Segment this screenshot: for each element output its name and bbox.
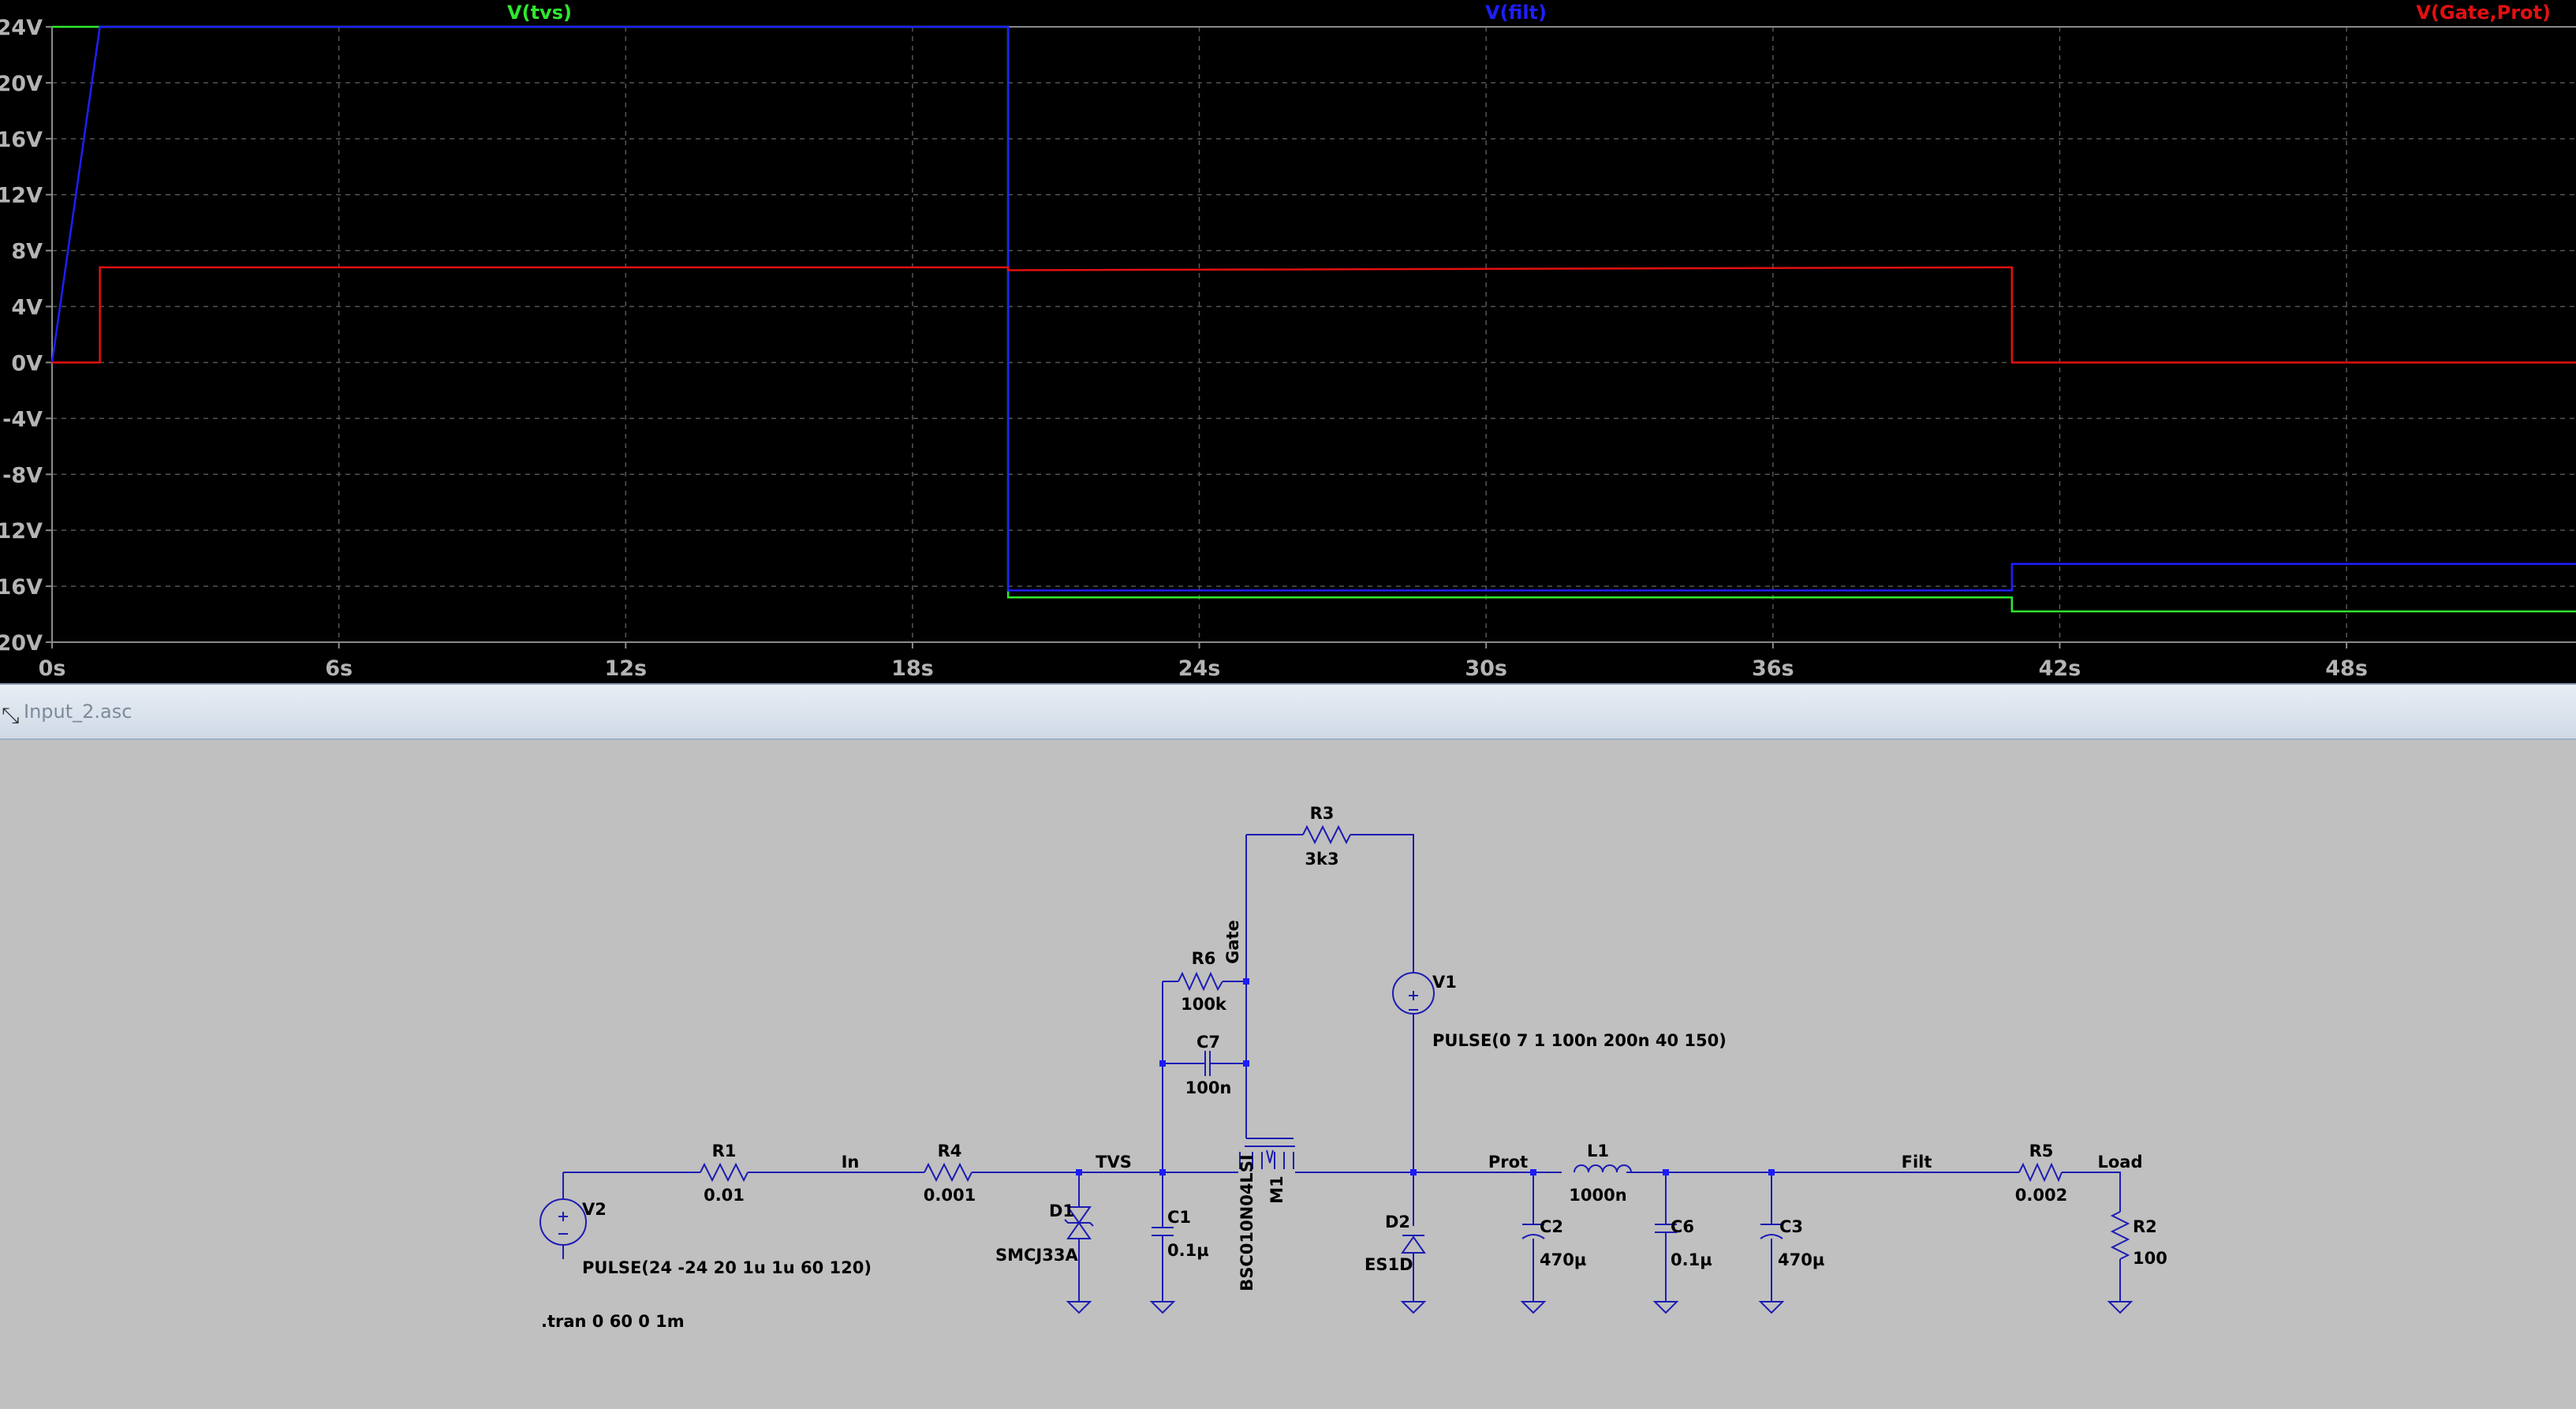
y-tick-label: -4V [2, 407, 43, 432]
schematic-canvas[interactable]: R1 0.01 In R4 0.001 TVS R6 100k C7 100n … [0, 740, 2576, 1409]
y-tick-label: 20V [0, 72, 43, 96]
resistor-r5-symbol [2018, 1162, 2063, 1183]
net-in[interactable]: In [842, 1153, 860, 1172]
capacitor-c1-symbol [1152, 1227, 1174, 1236]
resistor-r2-symbol [2110, 1211, 2130, 1260]
y-tick-label: -8V [2, 463, 43, 488]
c7-value[interactable]: 100n [1185, 1078, 1232, 1097]
y-tick-label: 16V [0, 128, 43, 152]
l1-value[interactable]: 1000n [1569, 1186, 1626, 1205]
x-tick-label: 12s [604, 656, 647, 681]
v1-value[interactable]: PULSE(0 7 1 100n 200n 40 150) [1432, 1031, 1727, 1050]
inductor-l1-symbol [1574, 1164, 1632, 1173]
c2-ref[interactable]: C2 [1540, 1217, 1563, 1236]
c1-value[interactable]: 0.1µ [1167, 1241, 1209, 1260]
tran-directive[interactable]: .tran 0 60 0 1m [541, 1312, 685, 1331]
series-line-v-filt [50, 25, 2576, 592]
resistor-r3-symbol [1302, 824, 1351, 845]
r6-value[interactable]: 100k [1181, 995, 1227, 1014]
schematic-drawing[interactable]: R1 0.01 In R4 0.001 TVS R6 100k C7 100n … [0, 740, 2576, 1409]
waveform-viewer[interactable]: 24V 20V 16V 12V 8V 4V 0V -4V -8V -12V -16V -20V0s 6s… [0, 0, 2576, 683]
v2-ref[interactable]: V2 [582, 1200, 607, 1219]
capacitor-c7-symbol [1204, 1051, 1211, 1076]
plot-frame [51, 26, 2576, 643]
r2-value[interactable]: 100 [2133, 1249, 2167, 1268]
resistor-r1-symbol [700, 1162, 749, 1183]
m1-value[interactable]: BSC010N04LSI [1238, 1154, 1256, 1291]
y-tick-label: -16V [0, 575, 43, 600]
series-line-v-tvs [52, 25, 2576, 613]
r5-ref[interactable]: R5 [2029, 1142, 2054, 1160]
schematic-window-title: Input_2.asc [24, 701, 133, 723]
y-tick-label: 4V [11, 296, 43, 320]
y-tick-label: 0V [11, 351, 43, 376]
schematic-wires [562, 834, 2121, 1302]
resistor-r4-symbol [924, 1162, 973, 1183]
x-tick-label: 6s [325, 656, 353, 681]
x-tick-label: 30s [1465, 656, 1507, 681]
legend-v-filt[interactable]: V(filt) [1485, 2, 1547, 24]
y-tick-label: -12V [0, 519, 43, 544]
c3-ref[interactable]: C3 [1779, 1217, 1803, 1236]
v2-value[interactable]: PULSE(24 -24 20 1u 1u 60 120) [582, 1258, 872, 1277]
waveform-plot[interactable]: 24V 20V 16V 12V 8V 4V 0V -4V -8V -12V -16V -20V0s 6s… [0, 0, 2576, 683]
net-tvs[interactable]: TVS [1096, 1153, 1132, 1172]
legend-v-tvs[interactable]: V(tvs) [507, 2, 572, 24]
r3-ref[interactable]: R3 [1310, 804, 1335, 823]
y-tick-label: -20V [0, 631, 43, 656]
y-tick-label: 12V [0, 184, 43, 208]
schematic-icon: ⤡ [2, 702, 20, 728]
resistor-r6-symbol [1178, 971, 1223, 992]
r4-value[interactable]: 0.001 [924, 1186, 976, 1205]
plot-axes: 24V 20V 16V 12V 8V 4V 0V -4V -8V -12V -16V -20V0s 6s… [0, 16, 2576, 681]
x-tick-label: 0s [39, 656, 66, 681]
net-prot[interactable]: Prot [1488, 1153, 1528, 1172]
r5-value[interactable]: 0.002 [2015, 1186, 2067, 1205]
schematic-symbols [539, 824, 2134, 1314]
c6-value[interactable]: 0.1µ [1671, 1250, 1712, 1269]
r4-ref[interactable]: R4 [938, 1142, 962, 1160]
y-tick-label: 24V [0, 16, 43, 40]
d1-ref[interactable]: D1 [1049, 1202, 1074, 1220]
x-tick-label: 36s [1752, 656, 1794, 681]
c6-ref[interactable]: C6 [1671, 1217, 1694, 1236]
v1-ref[interactable]: V1 [1432, 973, 1457, 992]
x-tick-label: 24s [1178, 656, 1221, 681]
net-gate[interactable]: Gate [1223, 920, 1242, 964]
x-tick-label: 18s [891, 656, 934, 681]
l1-ref[interactable]: L1 [1587, 1142, 1609, 1160]
c3-value[interactable]: 470µ [1778, 1250, 1824, 1269]
r2-ref[interactable]: R2 [2133, 1217, 2157, 1236]
c1-ref[interactable]: C1 [1167, 1208, 1191, 1227]
schematic-labels: R1 0.01 In R4 0.001 TVS R6 100k C7 100n … [541, 804, 2167, 1331]
c2-value[interactable]: 470µ [1540, 1250, 1586, 1269]
d2-ref[interactable]: D2 [1385, 1213, 1410, 1231]
x-tick-label: 48s [2325, 656, 2368, 681]
y-tick-label: 8V [11, 240, 43, 264]
voltage-source-v2-symbol [539, 1198, 587, 1246]
series-line-v-gate-prot [52, 266, 2576, 364]
net-filt[interactable]: Filt [1902, 1153, 1932, 1172]
r1-ref[interactable]: R1 [712, 1142, 737, 1160]
m1-ref[interactable]: M1 [1267, 1175, 1286, 1204]
legend-v-gate-prot[interactable]: V(Gate,Prot) [2416, 2, 2551, 24]
c7-ref[interactable]: C7 [1197, 1033, 1220, 1052]
r6-ref[interactable]: R6 [1192, 949, 1216, 968]
net-load[interactable]: Load [2097, 1153, 2142, 1172]
ground-symbols [1066, 1301, 2134, 1314]
schematic-window-titlebar[interactable]: ⤡ Input_2.asc [0, 683, 2576, 740]
d1-value[interactable]: SMCJ33A [995, 1246, 1078, 1265]
r1-value[interactable]: 0.01 [704, 1186, 745, 1205]
diode-d2-symbol [1401, 1235, 1426, 1254]
plot-grid [52, 27, 2576, 642]
plot-series [50, 25, 2576, 613]
d2-value[interactable]: ES1D [1365, 1255, 1413, 1274]
x-tick-label: 42s [2039, 656, 2081, 681]
r3-value[interactable]: 3k3 [1305, 850, 1338, 869]
